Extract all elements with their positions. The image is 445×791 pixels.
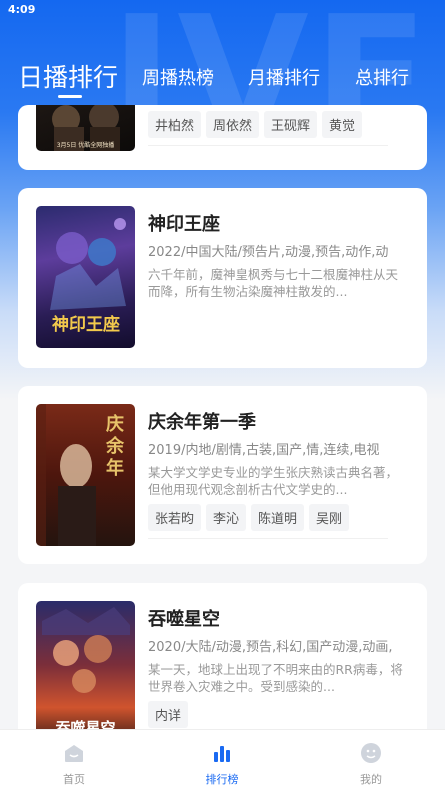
poster-image: 吞噬星空 — [36, 601, 135, 743]
nav-profile[interactable]: 我的 — [311, 730, 431, 791]
ranking-card[interactable]: 庆余年 庆余年第一季 2019/内地/剧情,古装,国产,情,连续,电视 某大学文… — [18, 386, 427, 564]
item-description: 某一天，地球上出现了不明来由的RR病毒，将世界卷入灾难之中。受到感染的... — [148, 662, 403, 694]
item-description: 六千年前，魔神皇枫秀与七十二根魔神柱从天而降，所有生物沾染魔神柱散发的... — [148, 267, 399, 299]
status-bar: 4:09 — [0, 0, 445, 22]
actor-tag[interactable]: 井柏然 — [148, 111, 202, 138]
poster-image: 3月5日 优酷全网独播 — [36, 105, 135, 151]
tab-daily[interactable]: 日播排行 — [18, 58, 118, 94]
item-meta: 2022/中国大陆/预告片,动漫,预告,动作,动 — [148, 245, 389, 260]
actor-tag[interactable]: 黄觉 — [322, 111, 363, 138]
actor-tag[interactable]: 陈道明 — [251, 504, 305, 531]
home-icon — [65, 745, 83, 762]
actor-tags: 张若昀 李沁 陈道明 吴刚 — [148, 504, 350, 531]
tab-monthly[interactable]: 月播排行 — [248, 64, 320, 90]
poster-title-art: 神印王座 — [52, 315, 120, 335]
ranking-card[interactable]: 神印王座 神印王座 2022/中国大陆/预告片,动漫,预告,动作,动 六千年前，… — [18, 188, 427, 368]
poster-title-art: 庆余年 — [106, 414, 124, 479]
nav-home[interactable]: 首页 — [14, 730, 134, 791]
item-title[interactable]: 神印王座 — [148, 210, 220, 236]
actor-tag[interactable]: 内详 — [148, 701, 189, 728]
item-meta: 2020/大陆/动漫,预告,科幻,国产动漫,动画, — [148, 640, 393, 655]
bottom-navigation: 首页 排行榜 我的 — [0, 729, 445, 791]
item-meta: 2019/内地/剧情,古装,国产,情,连续,电视 — [148, 443, 380, 458]
nav-ranking-label: 排行榜 — [205, 773, 239, 786]
status-time: 4:09 — [8, 3, 36, 16]
tab-total[interactable]: 总排行 — [355, 64, 409, 90]
ranking-card[interactable]: 3月5日 优酷全网独播 井柏然 周依然 王砚辉 黄觉 — [18, 105, 427, 170]
ranking-icon — [214, 746, 230, 762]
nav-ranking[interactable]: 排行榜 — [162, 730, 282, 791]
active-tab-indicator — [58, 95, 82, 98]
actor-tags: 内详 — [148, 701, 189, 728]
actor-tag[interactable]: 李沁 — [206, 504, 247, 531]
tab-weekly[interactable]: 周播热榜 — [142, 64, 214, 90]
poster-image: 庆余年 — [36, 404, 135, 546]
actor-tag[interactable]: 张若昀 — [148, 504, 202, 531]
item-title[interactable]: 吞噬星空 — [148, 605, 220, 631]
profile-icon — [361, 743, 381, 763]
item-title[interactable]: 庆余年第一季 — [148, 408, 256, 434]
ranking-card[interactable]: 吞噬星空 吞噬星空 2020/大陆/动漫,预告,科幻,国产动漫,动画, 某一天，… — [18, 583, 427, 743]
nav-profile-label: 我的 — [360, 773, 382, 786]
actor-tag[interactable]: 吴刚 — [309, 504, 350, 531]
item-description: 某大学文学史专业的学生张庆熟读古典名著，但他用现代观念剖析古代文学史的... — [148, 465, 399, 497]
actor-tag[interactable]: 周依然 — [206, 111, 260, 138]
poster-caption: 3月5日 优酷全网独播 — [56, 142, 115, 149]
nav-home-label: 首页 — [63, 773, 85, 786]
divider — [148, 145, 388, 146]
poster-image: 神印王座 — [36, 206, 135, 348]
actor-tag[interactable]: 王砚辉 — [264, 111, 318, 138]
actor-tags: 井柏然 周依然 王砚辉 黄觉 — [148, 111, 363, 138]
divider — [148, 538, 388, 539]
